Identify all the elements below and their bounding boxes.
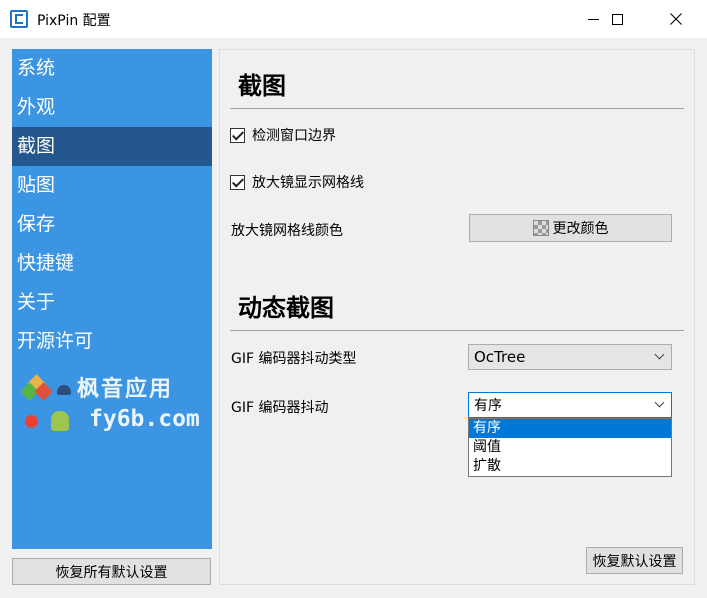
window-title: PixPin 配置 bbox=[37, 13, 111, 29]
detect-window-borders-checkbox[interactable] bbox=[230, 127, 245, 143]
dither-type-label: GIF 编码器抖动类型 bbox=[231, 351, 357, 367]
close-button[interactable] bbox=[653, 0, 699, 38]
watermark-text-cn: 枫音应用 bbox=[77, 377, 174, 402]
settings-sidebar: 系统 外观 截图 贴图 保存 快捷键 关于 开源许可 枫音应用 fy6b.com bbox=[12, 49, 212, 549]
change-color-button[interactable]: 更改颜色 bbox=[469, 214, 672, 242]
dither-value: 有序 bbox=[474, 398, 502, 414]
dither-label: GIF 编码器抖动 bbox=[231, 400, 329, 416]
chevron-down-icon bbox=[654, 349, 665, 360]
detect-window-borders-option[interactable]: 检测窗口边界 bbox=[230, 125, 336, 145]
detect-window-borders-label: 检测窗口边界 bbox=[252, 128, 336, 144]
dither-type-value: OcTree bbox=[474, 348, 526, 366]
dither-dropdown-list: 有序 阈值 扩散 bbox=[468, 418, 672, 477]
sidebar-item-screenshot[interactable]: 截图 bbox=[12, 127, 212, 166]
grid-color-label: 放大镜网格线颜色 bbox=[231, 223, 343, 239]
screenshot-section-title: 截图 bbox=[238, 72, 286, 100]
close-icon bbox=[670, 13, 682, 25]
chevron-down-icon bbox=[654, 397, 665, 408]
sidebar-item-about[interactable]: 关于 bbox=[12, 283, 212, 322]
pixpin-logo-icon bbox=[10, 10, 28, 28]
sidebar-item-appearance[interactable]: 外观 bbox=[12, 88, 212, 127]
color-swatch-icon bbox=[532, 220, 549, 236]
restore-all-defaults-button[interactable]: 恢复所有默认设置 bbox=[12, 558, 211, 585]
maximize-icon bbox=[611, 13, 623, 25]
settings-panel: 截图 检测窗口边界 放大镜显示网格线 放大镜网格线颜色 更改颜色 动态截图 GI… bbox=[219, 49, 695, 585]
title-bar: PixPin 配置 bbox=[0, 0, 707, 38]
watermark-text-domain: fy6b.com bbox=[89, 406, 200, 432]
magnifier-grid-checkbox[interactable] bbox=[230, 174, 245, 190]
dropdown-option-diffusion[interactable]: 扩散 bbox=[469, 457, 671, 476]
dropdown-option-threshold[interactable]: 阈值 bbox=[469, 438, 671, 457]
dither-type-select[interactable]: OcTree bbox=[468, 344, 672, 370]
restore-defaults-button[interactable]: 恢复默认设置 bbox=[586, 547, 683, 574]
magnifier-grid-option[interactable]: 放大镜显示网格线 bbox=[230, 172, 364, 192]
sidebar-item-save[interactable]: 保存 bbox=[12, 205, 212, 244]
magnifier-grid-label: 放大镜显示网格线 bbox=[252, 175, 364, 191]
sidebar-item-shortcuts[interactable]: 快捷键 bbox=[12, 244, 212, 283]
section-divider bbox=[230, 330, 684, 331]
watermark-logo: 枫音应用 fy6b.com bbox=[17, 371, 212, 441]
dropdown-option-ordered[interactable]: 有序 bbox=[469, 419, 671, 438]
change-color-label: 更改颜色 bbox=[552, 221, 609, 237]
animated-section-title: 动态截图 bbox=[238, 294, 334, 322]
maximize-button[interactable] bbox=[594, 0, 640, 38]
dither-select[interactable]: 有序 bbox=[468, 392, 672, 418]
sidebar-item-licenses[interactable]: 开源许可 bbox=[12, 322, 212, 361]
sidebar-item-system[interactable]: 系统 bbox=[12, 49, 212, 88]
section-divider bbox=[230, 108, 684, 109]
sidebar-item-pin[interactable]: 贴图 bbox=[12, 166, 212, 205]
